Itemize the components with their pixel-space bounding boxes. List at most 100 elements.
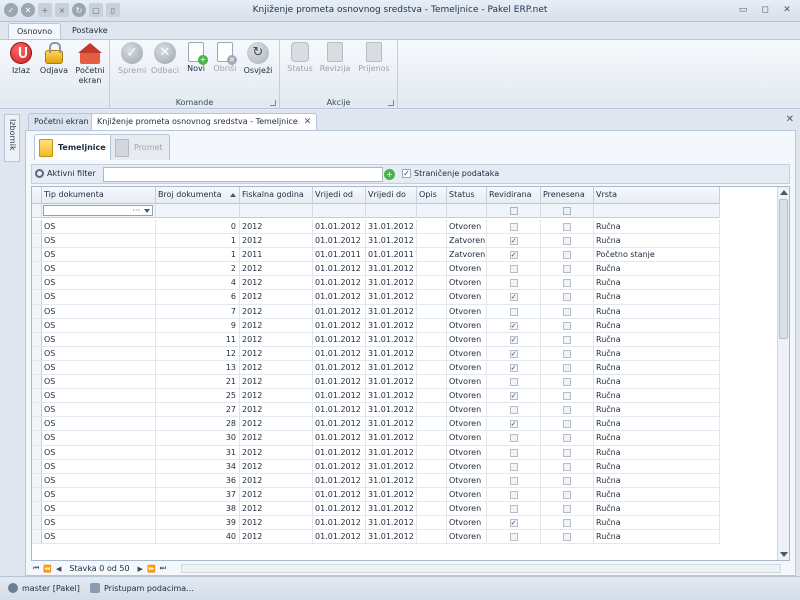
cell-vrsta[interactable]: Ručna (594, 389, 720, 404)
checkbox-icon[interactable] (509, 378, 518, 387)
cell-vrsta[interactable]: Ručna (594, 220, 720, 234)
novi-button[interactable]: + Novi (184, 42, 208, 74)
cell-opis[interactable] (417, 332, 447, 347)
cell-vrsta[interactable]: Ručna (594, 445, 720, 460)
scroll-up-icon[interactable] (780, 190, 788, 195)
cell-godina[interactable]: 2012 (240, 417, 313, 432)
cell-od[interactable]: 01.01.2012 (313, 403, 366, 418)
cell-prenesena[interactable] (541, 417, 594, 432)
col-fiskalna-godina[interactable]: Fiskalna godina (240, 187, 313, 204)
cell-tip[interactable]: OS (42, 290, 156, 305)
cell-do[interactable]: 31.01.2012 (366, 389, 417, 404)
cell-broj[interactable]: 4 (156, 276, 240, 291)
cell-godina[interactable]: 2012 (240, 262, 313, 277)
checkbox-icon[interactable] (563, 293, 571, 302)
row-indicator[interactable] (32, 501, 42, 515)
doc-tab-temeljnice[interactable]: Knjiženje prometa osnovnog sredstva - Te… (91, 113, 318, 130)
cell-prenesena[interactable] (541, 375, 594, 390)
cell-opis[interactable] (417, 360, 447, 375)
row-indicator[interactable] (32, 220, 42, 234)
cell-opis[interactable] (417, 290, 447, 305)
cell-od[interactable]: 01.01.2012 (313, 262, 366, 277)
row-indicator[interactable] (32, 332, 42, 346)
cell-prenesena[interactable] (541, 530, 594, 545)
col-vrsta[interactable]: Vrsta (594, 187, 720, 204)
cell-opis[interactable] (417, 262, 447, 277)
pocetni-ekran-button[interactable]: Početni ekran (73, 42, 107, 86)
cell-status[interactable]: Otvoren (447, 304, 487, 319)
cell-do[interactable]: 31.01.2012 (366, 473, 417, 488)
cell-revidirana[interactable]: ✓ (487, 318, 541, 333)
row-indicator[interactable] (32, 403, 42, 417)
filter-cell[interactable] (240, 204, 313, 218)
row-indicator[interactable] (32, 389, 42, 403)
cell-do[interactable]: 31.01.2012 (366, 290, 417, 305)
cell-status[interactable]: Otvoren (447, 403, 487, 418)
table-row[interactable]: OS 31 2012 01.01.2012 31.01.2012 Otvoren Ručna (32, 445, 720, 460)
close-icon[interactable]: ✕ (786, 114, 794, 125)
revizija-button[interactable]: Revizija (318, 42, 352, 74)
filter-dropdown[interactable]: ··· (43, 205, 153, 216)
checkbox-icon[interactable]: ✓ (509, 392, 518, 401)
cell-revidirana[interactable]: ✓ (487, 290, 541, 305)
cell-broj[interactable]: 37 (156, 487, 240, 502)
row-indicator[interactable] (32, 276, 42, 290)
cell-broj[interactable]: 39 (156, 515, 240, 530)
cell-broj[interactable]: 28 (156, 417, 240, 432)
cell-revidirana[interactable] (487, 262, 541, 277)
filter-cell[interactable] (156, 204, 240, 218)
cell-opis[interactable] (417, 346, 447, 361)
checkbox-icon[interactable] (563, 307, 571, 316)
cell-vrsta[interactable]: Ručna (594, 262, 720, 277)
checkbox-icon[interactable] (563, 476, 571, 485)
cell-vrsta[interactable]: Početno stanje (594, 248, 720, 263)
row-indicator[interactable] (32, 473, 42, 487)
cell-vrsta[interactable]: Ručna (594, 276, 720, 291)
cell-prenesena[interactable] (541, 431, 594, 446)
cell-vrsta[interactable]: Ručna (594, 332, 720, 347)
cell-broj[interactable]: 31 (156, 445, 240, 460)
cell-tip[interactable]: OS (42, 304, 156, 319)
checkbox-icon[interactable] (563, 335, 571, 344)
cell-godina[interactable]: 2012 (240, 220, 313, 234)
cell-broj[interactable]: 13 (156, 360, 240, 375)
cell-prenesena[interactable] (541, 248, 594, 263)
cell-do[interactable]: 31.01.2012 (366, 375, 417, 390)
cell-prenesena[interactable] (541, 262, 594, 277)
checkbox-icon[interactable] (509, 223, 518, 231)
cell-status[interactable]: Otvoren (447, 445, 487, 460)
cell-status[interactable]: Otvoren (447, 389, 487, 404)
cell-godina[interactable]: 2012 (240, 375, 313, 390)
cell-status[interactable]: Otvoren (447, 332, 487, 347)
cell-tip[interactable]: OS (42, 501, 156, 516)
cell-tip[interactable]: OS (42, 445, 156, 460)
checkbox-icon[interactable]: ✓ (509, 518, 518, 527)
checkbox-icon[interactable]: ✓ (509, 349, 518, 358)
cell-prenesena[interactable] (541, 290, 594, 305)
cell-godina[interactable]: 2012 (240, 360, 313, 375)
checkbox-icon[interactable] (563, 448, 571, 457)
cell-vrsta[interactable]: Ručna (594, 417, 720, 432)
cell-revidirana[interactable] (487, 445, 541, 460)
cell-revidirana[interactable] (487, 530, 541, 545)
cell-status[interactable]: Zatvoren (447, 234, 487, 249)
cell-do[interactable]: 01.01.2011 (366, 248, 417, 263)
checkbox-icon[interactable] (509, 504, 518, 513)
checkbox-icon[interactable] (509, 533, 518, 542)
cell-od[interactable]: 01.01.2012 (313, 360, 366, 375)
cell-revidirana[interactable]: ✓ (487, 332, 541, 347)
checkbox-icon[interactable] (509, 279, 518, 288)
row-indicator[interactable] (32, 262, 42, 276)
cell-do[interactable]: 31.01.2012 (366, 346, 417, 361)
cell-godina[interactable]: 2012 (240, 276, 313, 291)
table-row[interactable]: OS 4 2012 01.01.2012 31.01.2012 Otvoren Ručna (32, 276, 720, 291)
table-row[interactable]: OS 1 2012 01.01.2012 31.01.2012 Zatvoren ✓ Ručn… (32, 234, 720, 249)
cell-opis[interactable] (417, 276, 447, 291)
cell-prenesena[interactable] (541, 487, 594, 502)
cell-od[interactable]: 01.01.2012 (313, 515, 366, 530)
checkbox-icon[interactable] (563, 207, 571, 215)
cell-od[interactable]: 01.01.2012 (313, 473, 366, 488)
cell-prenesena[interactable] (541, 360, 594, 375)
col-prenesena[interactable]: Prenesena (541, 187, 594, 204)
checkbox-icon[interactable] (509, 307, 518, 316)
